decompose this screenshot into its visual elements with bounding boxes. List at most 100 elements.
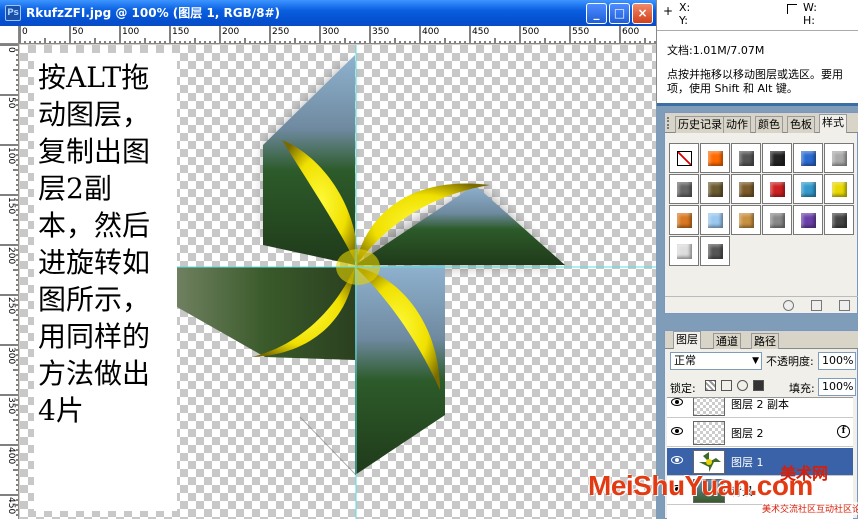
glow-style-icon bbox=[708, 151, 723, 166]
instruction-line: 用同样的 bbox=[38, 320, 151, 353]
style-swatch[interactable] bbox=[669, 174, 699, 204]
layer-row[interactable]: 图层 2 副本 bbox=[667, 398, 853, 418]
eye-icon[interactable] bbox=[671, 398, 683, 406]
instruction-line: 4片 bbox=[38, 394, 84, 427]
w-label: W: bbox=[803, 1, 817, 14]
purple-style-icon bbox=[801, 213, 816, 228]
new-style-icon[interactable] bbox=[811, 300, 822, 311]
style-swatch[interactable] bbox=[793, 205, 823, 235]
ruler-label: 200 bbox=[6, 247, 16, 265]
ruler-label: 250 bbox=[6, 297, 16, 315]
style-swatch[interactable] bbox=[824, 143, 854, 173]
style-swatch[interactable] bbox=[731, 143, 761, 173]
ruler-label: 550 bbox=[572, 27, 590, 37]
lock-position-icon[interactable] bbox=[737, 380, 748, 391]
horizontal-ruler[interactable]: 050100150200250300350400450500550600650 bbox=[19, 26, 656, 44]
ruler-label: 350 bbox=[372, 27, 390, 37]
delete-style-icon[interactable] bbox=[839, 300, 850, 311]
ruler-label: 450 bbox=[6, 497, 16, 515]
layer-name: 图层 1 bbox=[731, 456, 764, 469]
minimize-button[interactable]: _ bbox=[586, 3, 607, 24]
image-canvas[interactable]: 按ALT拖 动图层， 复制出图 层2副 本，然后 进旋转如 图所示， 用同样的 … bbox=[20, 45, 656, 519]
ruler-label: 50 bbox=[72, 27, 84, 37]
style-swatch[interactable] bbox=[700, 205, 730, 235]
style-swatch[interactable] bbox=[669, 143, 699, 173]
tab-color[interactable]: 颜色 bbox=[755, 116, 783, 133]
document-titlebar[interactable]: Ps RkufzZFI.jpg @ 100% (图层 1, RGB/8#) _ … bbox=[0, 0, 656, 26]
ruler-label: 0 bbox=[22, 27, 28, 37]
tab-history[interactable]: 历史记录 bbox=[675, 116, 725, 133]
instruction-line: 动图层， bbox=[38, 98, 151, 131]
dark-style-icon bbox=[739, 151, 754, 166]
sunset-style-icon bbox=[739, 213, 754, 228]
dimension-icon bbox=[787, 4, 797, 14]
layer-row[interactable]: 图层 2 f bbox=[667, 419, 853, 447]
blend-mode-select[interactable]: 正常 ▼ bbox=[670, 352, 762, 370]
texture-style-icon bbox=[770, 213, 785, 228]
style-swatch[interactable] bbox=[731, 174, 761, 204]
instruction-line: 方法做出 bbox=[38, 357, 151, 390]
tool-hint: 点按并拖移以移动图层或选区。要用项，使用 Shift 和 Alt 键。 bbox=[667, 68, 843, 95]
eye-icon[interactable] bbox=[671, 456, 683, 464]
h-label: H: bbox=[803, 14, 815, 27]
ruler-label: 300 bbox=[322, 27, 340, 37]
style-swatch[interactable] bbox=[669, 205, 699, 235]
lock-label: 锁定: bbox=[670, 382, 696, 395]
lock-pixels-icon[interactable] bbox=[721, 380, 732, 391]
lock-all-icon[interactable] bbox=[753, 380, 764, 391]
opacity-field[interactable]: 100% bbox=[818, 352, 856, 370]
close-button[interactable]: × bbox=[632, 3, 653, 24]
layer-thumbnail bbox=[693, 398, 725, 416]
style-swatch[interactable] bbox=[762, 205, 792, 235]
style-swatch[interactable] bbox=[700, 236, 730, 266]
vertical-ruler[interactable]: 0 50 100 150 200 250 300 350 400 450 bbox=[0, 44, 19, 519]
tab-paths[interactable]: 路径 bbox=[751, 333, 779, 349]
watermark-cn: 美术网 bbox=[780, 464, 829, 483]
document-size: 文档:1.01M/7.07M bbox=[667, 44, 765, 57]
layer-effects-icon[interactable]: f bbox=[837, 425, 850, 438]
ruler-origin[interactable] bbox=[0, 26, 19, 44]
style-swatch[interactable] bbox=[700, 143, 730, 173]
layer-thumbnail bbox=[693, 421, 725, 445]
ruler-label: 100 bbox=[122, 27, 140, 37]
photoshop-app-icon: Ps bbox=[5, 5, 21, 21]
style-swatch[interactable] bbox=[700, 174, 730, 204]
clear-style-icon[interactable] bbox=[783, 300, 794, 311]
ruler-label: 500 bbox=[522, 27, 540, 37]
gray-style-icon bbox=[832, 151, 847, 166]
lock-transparency-icon[interactable] bbox=[705, 380, 716, 391]
chevron-down-icon: ▼ bbox=[752, 356, 759, 366]
style-swatch[interactable] bbox=[762, 143, 792, 173]
style-swatch[interactable] bbox=[762, 174, 792, 204]
panel-grip-icon[interactable] bbox=[667, 117, 673, 129]
style-swatch[interactable] bbox=[824, 205, 854, 235]
ruler-label: 0 bbox=[6, 47, 16, 53]
style-swatch[interactable] bbox=[731, 205, 761, 235]
yellow-style-icon bbox=[832, 182, 847, 197]
tab-swatches[interactable]: 色板 bbox=[787, 116, 815, 133]
instruction-line: 按ALT拖 bbox=[38, 61, 150, 94]
maximize-button[interactable]: □ bbox=[609, 3, 630, 24]
tab-actions[interactable]: 动作 bbox=[723, 116, 751, 133]
style-swatch[interactable] bbox=[793, 174, 823, 204]
tab-styles[interactable]: 样式 bbox=[819, 114, 847, 133]
olive-style-icon bbox=[708, 182, 723, 197]
instruction-line: 图所示， bbox=[38, 283, 151, 316]
eye-icon[interactable] bbox=[671, 427, 683, 435]
none-style-icon bbox=[677, 151, 692, 166]
styles-panel-tabs: 历史记录 动作 颜色 色板 样式 bbox=[665, 113, 858, 133]
instruction-line: 进旋转如 bbox=[38, 246, 151, 279]
tab-channels[interactable]: 通道 bbox=[713, 333, 741, 349]
ruler-label: 350 bbox=[6, 397, 16, 415]
fill-field[interactable]: 100% bbox=[818, 378, 856, 396]
y-label: Y: bbox=[679, 14, 688, 27]
bevel-style-icon bbox=[677, 182, 692, 197]
tab-layers[interactable]: 图层 bbox=[673, 331, 701, 349]
red-style-icon bbox=[770, 182, 785, 197]
sky-style-icon bbox=[708, 213, 723, 228]
style-swatch[interactable] bbox=[793, 143, 823, 173]
rainbow-style-icon bbox=[801, 182, 816, 197]
style-swatch[interactable] bbox=[669, 236, 699, 266]
style-swatch[interactable] bbox=[824, 174, 854, 204]
opacity-label: 不透明度: bbox=[766, 355, 814, 368]
